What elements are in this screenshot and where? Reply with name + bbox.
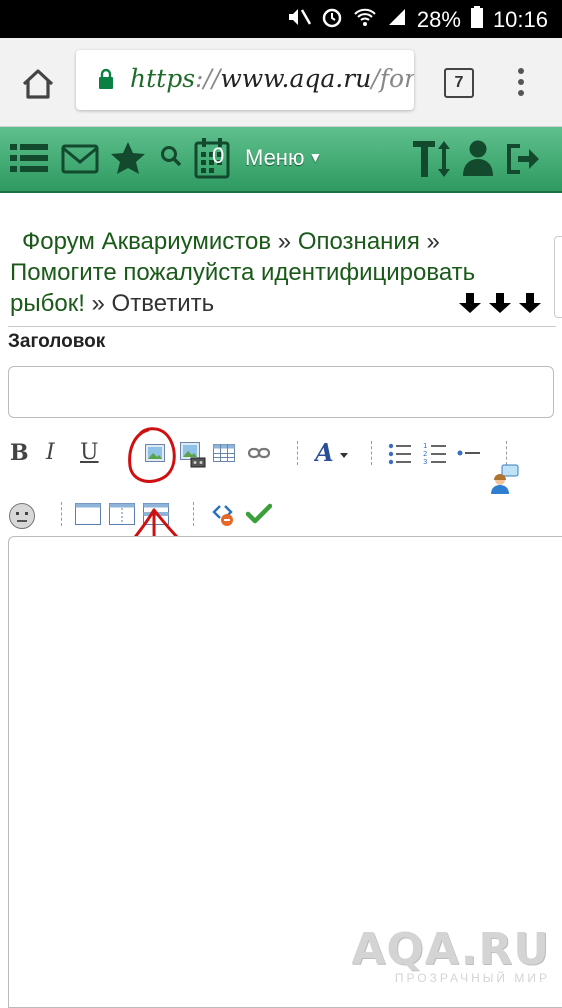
toolbar-separator xyxy=(61,502,62,526)
lock-icon xyxy=(98,68,114,90)
layout-columns-icon[interactable] xyxy=(109,503,135,525)
browser-toolbar: https://www.aqa.ru/forur 7 xyxy=(0,38,562,127)
breadcrumb-sep: » xyxy=(419,228,440,255)
signal-icon xyxy=(387,7,407,33)
font-color-icon[interactable]: A xyxy=(314,440,350,466)
subject-input[interactable] xyxy=(8,366,554,418)
star-icon[interactable] xyxy=(110,141,146,180)
toolbar-separator xyxy=(506,441,507,465)
breadcrumb-forum[interactable]: Форум Аквариумистов xyxy=(22,228,271,255)
url-scheme: https xyxy=(130,64,196,93)
link-icon[interactable] xyxy=(248,446,270,460)
divider xyxy=(8,326,556,327)
svg-text:A: A xyxy=(314,440,334,466)
mute-icon xyxy=(287,6,311,34)
wifi-icon xyxy=(353,7,377,33)
status-bar: 28% 10:16 xyxy=(0,0,562,38)
url-text: https://www.aqa.ru/forur xyxy=(130,64,414,93)
alarm-icon xyxy=(321,6,343,34)
arrow-down-icon[interactable] xyxy=(488,292,512,319)
url-path: /forur xyxy=(371,64,414,93)
underline-button[interactable]: U xyxy=(80,440,99,465)
breadcrumb-section[interactable]: Опознания xyxy=(298,228,420,255)
toolbar-separator xyxy=(297,441,298,465)
quote-user-icon[interactable] xyxy=(490,464,520,494)
italic-button[interactable]: I xyxy=(46,440,55,465)
breadcrumb-topic[interactable]: Помогите пожалуйста идентифицировать рыб… xyxy=(10,259,475,317)
breadcrumb-current: Ответить xyxy=(111,290,215,317)
arrow-down-icon[interactable] xyxy=(518,292,542,319)
svg-text:1: 1 xyxy=(423,442,427,450)
emoji-icon[interactable] xyxy=(8,502,36,530)
list-icon[interactable] xyxy=(10,142,48,179)
mail-icon[interactable] xyxy=(61,144,99,179)
bold-button[interactable]: B xyxy=(10,440,29,466)
insert-table-icon[interactable] xyxy=(213,444,235,462)
layout-full-icon[interactable] xyxy=(75,503,101,525)
font-size-icon[interactable] xyxy=(412,137,452,186)
numbered-list-icon[interactable]: 123 xyxy=(423,442,447,466)
side-panel-edge xyxy=(554,236,562,318)
overflow-menu-icon[interactable] xyxy=(518,68,526,101)
subject-label: Заголовок xyxy=(8,331,106,352)
home-icon[interactable] xyxy=(20,66,56,102)
menu-label: Меню xyxy=(245,145,305,170)
watermark-main: AQA.RU xyxy=(351,924,550,975)
battery-icon xyxy=(470,6,483,34)
logout-icon[interactable] xyxy=(506,144,540,179)
source-code-icon[interactable] xyxy=(212,503,236,527)
site-navbar: 0 Меню ▼ xyxy=(0,127,562,193)
notification-count: 0 xyxy=(212,143,225,168)
url-host: www.aqa.ru xyxy=(220,64,372,93)
url-separator: :// xyxy=(195,64,221,93)
insert-image-icon[interactable] xyxy=(145,444,165,462)
arrow-down-icon[interactable] xyxy=(458,292,482,319)
address-bar[interactable]: https://www.aqa.ru/forur xyxy=(76,50,414,110)
caret-down-icon: ▼ xyxy=(308,149,323,165)
search-icon[interactable] xyxy=(160,145,182,172)
svg-text:3: 3 xyxy=(423,458,427,466)
battery-percent: 28% xyxy=(416,7,461,32)
toolbar-separator xyxy=(193,502,194,526)
bullet-list-icon[interactable] xyxy=(388,443,412,465)
layout-rows-icon[interactable] xyxy=(143,503,169,525)
scroll-down-arrows[interactable] xyxy=(458,292,542,319)
user-icon[interactable] xyxy=(462,139,494,182)
svg-text:2: 2 xyxy=(423,450,427,458)
checkmark-icon[interactable] xyxy=(246,503,272,525)
watermark: AQA.RU ПРОЗРАЧНЫЙ МИР xyxy=(351,924,550,985)
horizontal-rule-icon[interactable] xyxy=(457,448,481,458)
breadcrumb-sep: » xyxy=(271,228,298,255)
breadcrumb-sep: » xyxy=(84,290,112,317)
toolbar-separator xyxy=(371,441,372,465)
insert-gallery-icon[interactable] xyxy=(180,442,206,468)
menu-button[interactable]: Меню ▼ xyxy=(245,145,322,171)
clock: 10:16 xyxy=(492,7,548,32)
tab-switcher-button[interactable]: 7 xyxy=(444,68,474,98)
